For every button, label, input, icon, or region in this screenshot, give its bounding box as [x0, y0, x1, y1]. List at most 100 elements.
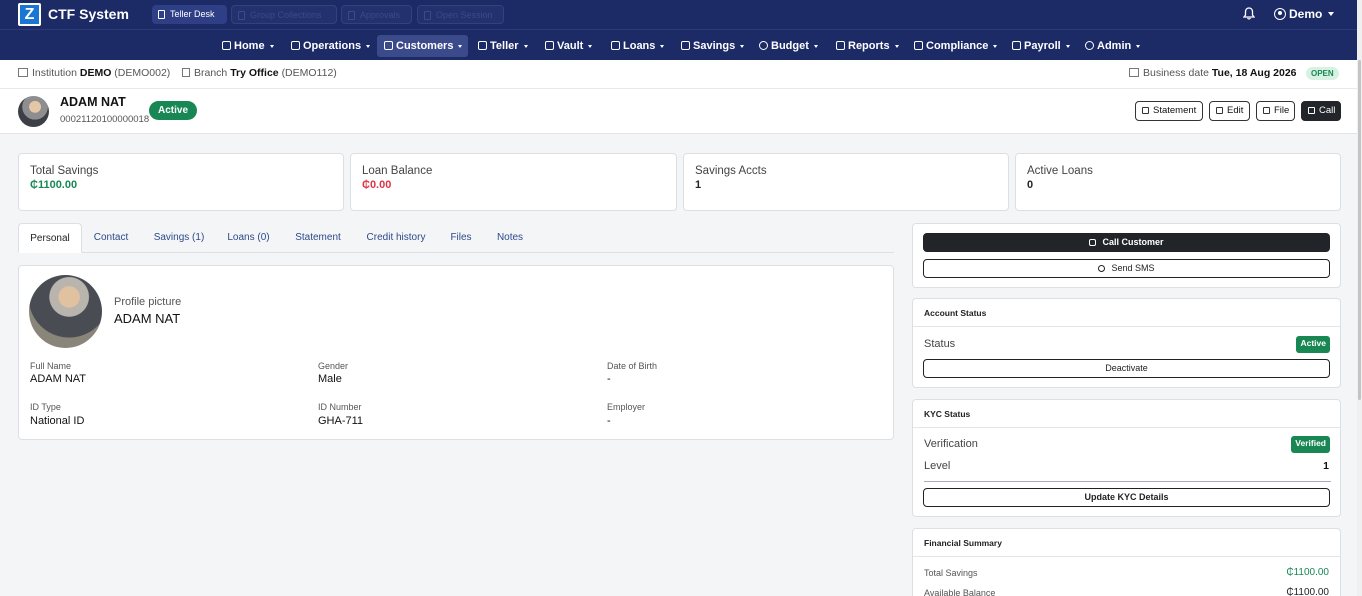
edit-button[interactable]: Edit [1209, 101, 1250, 121]
tab-notes[interactable]: Notes [492, 223, 528, 253]
file-button[interactable]: File [1256, 101, 1295, 121]
printer-icon [1142, 107, 1149, 114]
nav-home[interactable]: Home [220, 35, 274, 57]
tab-statement[interactable]: Statement [288, 223, 348, 253]
profile-picture [29, 275, 102, 348]
kyc-status-title: KYC Status [913, 400, 1340, 428]
caret-down-icon [1065, 44, 1070, 48]
open-session-button[interactable]: Open Session [417, 5, 504, 24]
user-menu[interactable]: Demo [1289, 7, 1322, 21]
bank-icon [478, 41, 487, 50]
nav-payroll-label: Payroll [1024, 40, 1061, 52]
nav-payroll[interactable]: Payroll [1010, 35, 1070, 57]
group-collections-label: Group Collections [250, 10, 322, 20]
tab-savings[interactable]: Savings (1) [148, 223, 210, 253]
nav-loans-label: Loans [623, 40, 656, 52]
session-status-badge: OPEN [1306, 67, 1339, 80]
tab-personal[interactable]: Personal [18, 223, 82, 253]
nav-vault[interactable]: Vault [543, 35, 593, 57]
tab-files[interactable]: Files [445, 223, 477, 253]
shield-icon [914, 41, 923, 50]
nav-loans[interactable]: Loans [609, 35, 665, 57]
nav-operations-label: Operations [303, 40, 362, 52]
field-value: GHA-711 [318, 415, 364, 427]
statement-button[interactable]: Statement [1135, 101, 1203, 121]
caret-down-icon [366, 44, 371, 48]
account-status-card: Account Status Status Active Deactivate [912, 298, 1341, 388]
tab-contact[interactable]: Contact [84, 223, 138, 253]
phone-icon [1308, 107, 1315, 114]
customer-header: ADAM NAT 00021120100000018 Active Statem… [0, 89, 1357, 134]
send-sms-button[interactable]: Send SMS [923, 259, 1330, 278]
summary-value: ₵1100.00 [1286, 587, 1329, 596]
update-kyc-button[interactable]: Update KYC Details [923, 488, 1330, 507]
stat-savings-accts: Savings Accts 1 [683, 153, 1009, 211]
business-date-label: Business date [1143, 67, 1209, 79]
caret-down-icon [740, 44, 745, 48]
stat-value: ₵0.00 [362, 179, 392, 191]
stat-loan-balance: Loan Balance ₵0.00 [350, 153, 677, 211]
branch-name: Try Office [230, 67, 279, 79]
file-button-label: File [1274, 105, 1290, 116]
tab-credit-history[interactable]: Credit history [359, 223, 433, 253]
nav-savings[interactable]: Savings [679, 35, 745, 57]
nav-savings-label: Savings [693, 40, 736, 52]
bell-icon[interactable] [1243, 7, 1255, 20]
home-icon [222, 41, 231, 50]
branch-code: (DEMO112) [281, 67, 337, 79]
user-circle-icon[interactable] [1274, 8, 1286, 20]
stat-label: Savings Accts [695, 165, 767, 177]
field-label: ID Number [318, 402, 362, 412]
caret-down-icon [588, 44, 593, 48]
caret-down-icon [458, 44, 463, 48]
phone-icon [158, 10, 165, 19]
nav-admin[interactable]: Admin [1083, 35, 1141, 57]
nav-budget[interactable]: Budget [757, 35, 818, 57]
caret-down-icon [993, 44, 998, 48]
send-sms-label: Send SMS [1111, 263, 1155, 273]
app-title[interactable]: CTF System [48, 6, 129, 22]
nav-customers[interactable]: Customers [377, 35, 469, 57]
account-number: 00021120100000018 [60, 114, 150, 125]
field-value: ADAM NAT [30, 373, 87, 385]
bank-icon [611, 41, 620, 50]
field-label: Gender [318, 361, 349, 371]
nav-compliance[interactable]: Compliance [912, 35, 998, 57]
summary-label: Total Savings [924, 568, 978, 578]
call-button[interactable]: Call [1301, 101, 1341, 121]
check-icon [348, 11, 355, 20]
customer-tabs: Personal Contact Savings (1) Loans (0) S… [18, 223, 894, 253]
app-logo[interactable]: Z [18, 3, 41, 26]
nav-operations[interactable]: Operations [289, 35, 371, 57]
field-label: Full Name [30, 361, 72, 371]
nav-reports-label: Reports [848, 40, 890, 52]
deactivate-button[interactable]: Deactivate [923, 359, 1330, 378]
branch-info: Branch Try Office (DEMO112) [182, 67, 337, 79]
upload-icon [1263, 107, 1270, 114]
profile-name: ADAM NAT [114, 311, 181, 326]
top-bar: Z CTF System Teller Desk Group Collectio… [0, 0, 1362, 29]
collection-icon [238, 11, 245, 20]
stat-total-savings: Total Savings ₵1100.00 [18, 153, 344, 211]
graph-icon [836, 41, 845, 50]
group-collections-button[interactable]: Group Collections [231, 5, 337, 24]
pencil-icon [1216, 107, 1223, 114]
approvals-button[interactable]: Approvals [341, 5, 412, 24]
institution-name: DEMO [79, 67, 112, 79]
caret-down-icon [523, 44, 528, 48]
teller-desk-button[interactable]: Teller Desk [152, 5, 227, 24]
tab-loans[interactable]: Loans (0) [220, 223, 277, 253]
pie-chart-icon [759, 41, 768, 50]
nav-reports[interactable]: Reports [834, 35, 899, 57]
kyc-status-card: KYC Status Verification Verified Level 1… [912, 399, 1341, 517]
branch-label: Branch [194, 67, 228, 79]
nav-teller[interactable]: Teller [476, 35, 528, 57]
stat-label: Loan Balance [362, 165, 433, 177]
logo-letter: Z [20, 5, 39, 24]
chevron-down-icon[interactable] [1328, 12, 1334, 16]
caret-down-icon [813, 44, 818, 48]
scrollbar-thumb[interactable] [1358, 60, 1361, 400]
bank-icon [18, 68, 28, 77]
call-customer-button[interactable]: Call Customer [923, 233, 1330, 252]
field-value: - [607, 373, 611, 385]
